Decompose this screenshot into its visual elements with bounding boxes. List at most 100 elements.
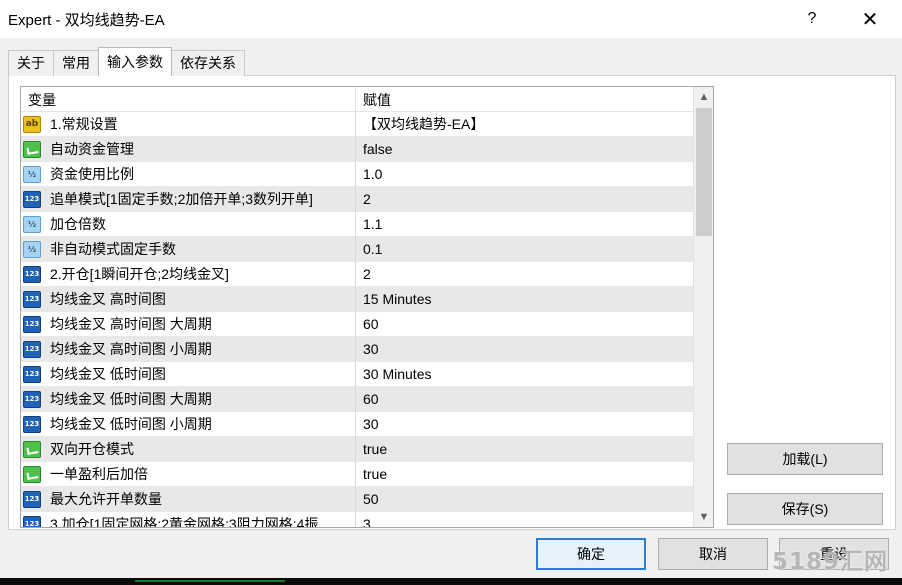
value-cell[interactable]: 3 bbox=[356, 512, 693, 527]
table-row[interactable]: 123 追单模式[1固定手数;2加倍开单;3数列开单] 2 bbox=[21, 187, 693, 212]
double-type-icon: ½ bbox=[23, 215, 41, 233]
table-row[interactable]: ½ 资金使用比例 1.0 bbox=[21, 162, 693, 187]
table-row[interactable]: 123 均线金叉 高时间图 小周期 30 bbox=[21, 337, 693, 362]
scroll-up-icon[interactable]: ▲ bbox=[694, 87, 713, 107]
variable-cell[interactable]: 123 均线金叉 低时间图 bbox=[21, 362, 356, 386]
variable-label: 均线金叉 低时间图 大周期 bbox=[50, 391, 212, 407]
table-row[interactable]: 123 均线金叉 高时间图 大周期 60 bbox=[21, 312, 693, 337]
double-type-icon: ½ bbox=[23, 240, 41, 258]
value-cell[interactable]: 15 Minutes bbox=[356, 287, 693, 311]
variable-label: 资金使用比例 bbox=[50, 166, 134, 182]
title-bar: Expert - 双均线趋势-EA ? ✕ bbox=[0, 0, 902, 38]
variable-cell[interactable]: 双向开仓模式 bbox=[21, 437, 356, 461]
integer-type-icon: 123 bbox=[23, 490, 41, 508]
cancel-button[interactable]: 取消 bbox=[658, 538, 768, 570]
tab-about[interactable]: 关于 bbox=[8, 50, 54, 76]
value-cell[interactable]: 30 Minutes bbox=[356, 362, 693, 386]
variable-cell[interactable]: 123 均线金叉 高时间图 小周期 bbox=[21, 337, 356, 361]
variable-cell[interactable]: 123 均线金叉 低时间图 大周期 bbox=[21, 387, 356, 411]
table-row[interactable]: 123 最大允许开单数量 50 bbox=[21, 487, 693, 512]
integer-type-icon: 123 bbox=[23, 265, 41, 283]
variable-cell[interactable]: 123 2.开仓[1瞬间开仓;2均线金叉] bbox=[21, 262, 356, 286]
value-cell[interactable]: true bbox=[356, 462, 693, 486]
table-row[interactable]: ½ 加仓倍数 1.1 bbox=[21, 212, 693, 237]
boolean-type-icon bbox=[23, 465, 41, 483]
value-cell[interactable]: 0.1 bbox=[356, 237, 693, 261]
variable-label: 3.加仓[1固定网格;2黄金网格;3阻力网格;4振 bbox=[50, 516, 319, 528]
table-row[interactable]: ½ 非自动模式固定手数 0.1 bbox=[21, 237, 693, 262]
save-button[interactable]: 保存(S) bbox=[727, 493, 883, 525]
help-button[interactable]: ? bbox=[797, 5, 827, 33]
variable-label: 双向开仓模式 bbox=[50, 441, 134, 457]
input-parameters-grid: 变量 赋值 ab 1.常规设置 【双均线趋势-EA】自动资金管理 false ½ 资金使用… bbox=[20, 86, 714, 528]
table-row[interactable]: 123 均线金叉 低时间图 小周期 30 bbox=[21, 412, 693, 437]
variable-label: 均线金叉 高时间图 大周期 bbox=[50, 316, 212, 332]
grid-header: 变量 赋值 bbox=[21, 87, 693, 112]
integer-type-icon: 123 bbox=[23, 315, 41, 333]
variable-label: 2.开仓[1瞬间开仓;2均线金叉] bbox=[50, 266, 229, 282]
variable-cell[interactable]: ½ 非自动模式固定手数 bbox=[21, 237, 356, 261]
variable-label: 均线金叉 低时间图 小周期 bbox=[50, 416, 212, 432]
variable-cell[interactable]: 123 均线金叉 低时间图 小周期 bbox=[21, 412, 356, 436]
value-cell[interactable]: 60 bbox=[356, 312, 693, 336]
table-row[interactable]: 123 均线金叉 低时间图 大周期 60 bbox=[21, 387, 693, 412]
value-cell[interactable]: false bbox=[356, 137, 693, 161]
taskbar-strip bbox=[0, 578, 902, 585]
table-row[interactable]: 双向开仓模式 true bbox=[21, 437, 693, 462]
variable-label: 自动资金管理 bbox=[50, 141, 134, 157]
load-button[interactable]: 加载(L) bbox=[727, 443, 883, 475]
value-cell[interactable]: 30 bbox=[356, 412, 693, 436]
tab-dependencies[interactable]: 依存关系 bbox=[171, 50, 245, 76]
value-cell[interactable]: 30 bbox=[356, 337, 693, 361]
value-cell[interactable]: 2 bbox=[356, 187, 693, 211]
integer-type-icon: 123 bbox=[23, 515, 41, 527]
ok-button[interactable]: 确定 bbox=[536, 538, 646, 570]
integer-type-icon: 123 bbox=[23, 290, 41, 308]
close-button[interactable]: ✕ bbox=[855, 5, 885, 33]
value-cell[interactable]: 【双均线趋势-EA】 bbox=[356, 112, 693, 136]
variable-cell[interactable]: 自动资金管理 bbox=[21, 137, 356, 161]
table-row[interactable]: 123 2.开仓[1瞬间开仓;2均线金叉] 2 bbox=[21, 262, 693, 287]
variable-label: 最大允许开单数量 bbox=[50, 491, 162, 507]
variable-cell[interactable]: 123 最大允许开单数量 bbox=[21, 487, 356, 511]
table-row[interactable]: 123 均线金叉 高时间图 15 Minutes bbox=[21, 287, 693, 312]
value-cell[interactable]: 1.1 bbox=[356, 212, 693, 236]
scroll-thumb[interactable] bbox=[696, 108, 712, 236]
table-row[interactable]: 一单盈利后加倍 true bbox=[21, 462, 693, 487]
tab-common[interactable]: 常用 bbox=[53, 50, 99, 76]
variable-label: 均线金叉 低时间图 bbox=[50, 366, 166, 382]
value-cell[interactable]: 50 bbox=[356, 487, 693, 511]
variable-label: 追单模式[1固定手数;2加倍开单;3数列开单] bbox=[50, 191, 313, 207]
window-title: Expert - 双均线趋势-EA bbox=[8, 12, 165, 29]
variable-label: 均线金叉 高时间图 bbox=[50, 291, 166, 307]
variable-cell[interactable]: ½ 加仓倍数 bbox=[21, 212, 356, 236]
double-type-icon: ½ bbox=[23, 165, 41, 183]
table-row[interactable]: 123 3.加仓[1固定网格;2黄金网格;3阻力网格;4振 3 bbox=[21, 512, 693, 528]
variable-cell[interactable]: ½ 资金使用比例 bbox=[21, 162, 356, 186]
variable-cell[interactable]: 123 追单模式[1固定手数;2加倍开单;3数列开单] bbox=[21, 187, 356, 211]
integer-type-icon: 123 bbox=[23, 390, 41, 408]
variable-label: 1.常规设置 bbox=[50, 116, 118, 132]
table-row[interactable]: 123 均线金叉 低时间图 30 Minutes bbox=[21, 362, 693, 387]
integer-type-icon: 123 bbox=[23, 365, 41, 383]
boolean-type-icon bbox=[23, 140, 41, 158]
value-cell[interactable]: 60 bbox=[356, 387, 693, 411]
variable-cell[interactable]: 一单盈利后加倍 bbox=[21, 462, 356, 486]
variable-cell[interactable]: 123 均线金叉 高时间图 大周期 bbox=[21, 312, 356, 336]
value-cell[interactable]: 1.0 bbox=[356, 162, 693, 186]
variable-cell[interactable]: 123 均线金叉 高时间图 bbox=[21, 287, 356, 311]
variable-cell[interactable]: ab 1.常规设置 bbox=[21, 112, 356, 136]
table-row[interactable]: 自动资金管理 false bbox=[21, 137, 693, 162]
vertical-scrollbar[interactable]: ▲ ▼ bbox=[693, 87, 713, 527]
scroll-down-icon[interactable]: ▼ bbox=[694, 507, 713, 527]
variable-cell[interactable]: 123 3.加仓[1固定网格;2黄金网格;3阻力网格;4振 bbox=[21, 512, 356, 528]
header-value[interactable]: 赋值 bbox=[356, 87, 693, 112]
table-row[interactable]: ab 1.常规设置 【双均线趋势-EA】 bbox=[21, 112, 693, 137]
string-type-icon: ab bbox=[23, 115, 41, 133]
tab-inputs[interactable]: 输入参数 bbox=[98, 47, 172, 76]
variable-label: 均线金叉 高时间图 小周期 bbox=[50, 341, 212, 357]
header-variable[interactable]: 变量 bbox=[21, 87, 356, 112]
value-cell[interactable]: 2 bbox=[356, 262, 693, 286]
integer-type-icon: 123 bbox=[23, 190, 41, 208]
value-cell[interactable]: true bbox=[356, 437, 693, 461]
